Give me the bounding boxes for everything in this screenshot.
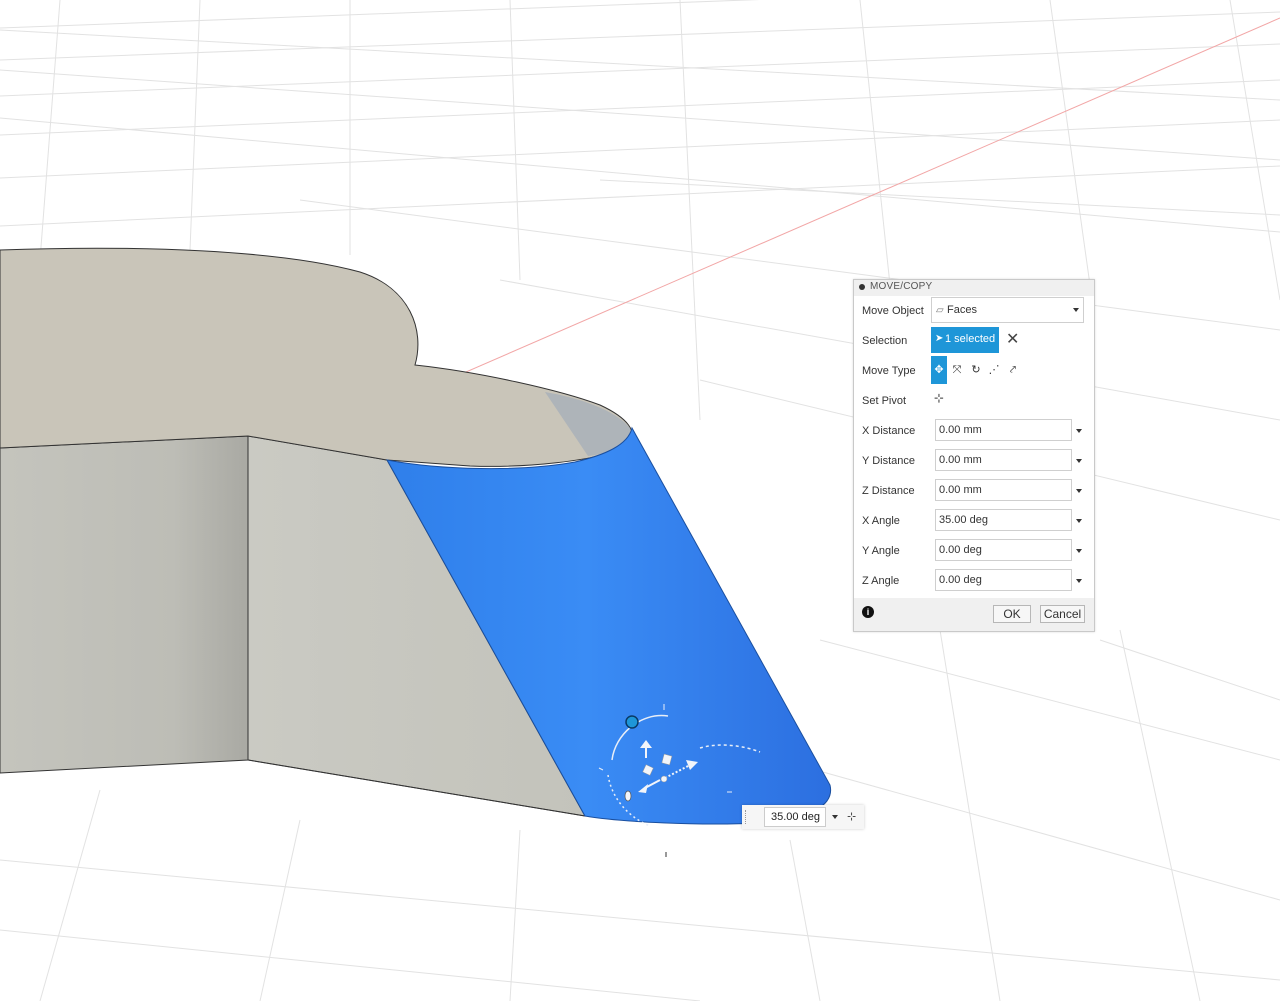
move-object-row: Move Object ▱ Faces [854,296,1094,326]
x-distance-input[interactable]: 0.00 mm [935,419,1082,441]
rotate-icon[interactable]: ↻ [968,356,984,384]
move-object-select[interactable]: ▱ Faces [931,297,1084,323]
point-to-point-icon[interactable]: ⋰ [986,356,1002,384]
chevron-down-icon [1073,308,1079,312]
cylinder-left-face [0,435,249,774]
y-angle-row: Y Angle 0.00 deg [854,536,1094,566]
clear-selection-icon[interactable]: ✕ [1006,329,1019,349]
point-to-position-icon[interactable]: ⤤ [1005,356,1021,384]
face-icon: ▱ [936,305,944,316]
chevron-down-icon[interactable] [1076,459,1082,463]
chevron-down-icon[interactable] [1076,429,1082,433]
move-type-row: Move Type ✥ ⤧ ↻ ⋰ ⤤ [854,356,1094,386]
chevron-down-icon[interactable] [1076,579,1082,583]
info-icon[interactable]: i [862,606,874,618]
chevron-down-icon[interactable] [1076,549,1082,553]
move-copy-dialog: MOVE/COPY Move Object ▱ Faces Selection … [853,279,1095,632]
cursor-icon: ➤ [935,333,944,344]
chevron-down-icon[interactable] [832,815,838,819]
x-angle-input[interactable]: 35.00 deg [935,509,1082,531]
y-distance-row: Y Distance 0.00 mm [854,446,1094,476]
selection-row: Selection ➤ 1 selected ✕ [854,326,1094,356]
z-angle-input[interactable]: 0.00 deg [935,569,1082,591]
rotate-handle [625,715,639,729]
ok-button[interactable]: OK [993,605,1031,623]
x-angle-row: X Angle 35.00 deg [854,506,1094,536]
x-distance-row: X Distance 0.00 mm [854,416,1094,446]
set-pivot-icon[interactable]: ⊹ [934,391,944,405]
chevron-down-icon[interactable] [1076,489,1082,493]
z-distance-row: Z Distance 0.00 mm [854,476,1094,506]
dialog-body: Move Object ▱ Faces Selection ➤ 1 select… [854,296,1094,598]
z-angle-row: Z Angle 0.00 deg [854,566,1094,596]
body-top-face [0,247,634,467]
free-move-icon[interactable]: ✥ [931,356,947,384]
translate-icon[interactable]: ⤧ [949,356,965,384]
drag-grip[interactable] [745,810,750,824]
cancel-button[interactable]: Cancel [1040,605,1085,623]
canvas-angle-input: 35.00 deg ⊹ [742,805,864,829]
set-pivot-row: Set Pivot ⊹ [862,391,945,407]
collapse-dot-icon[interactable] [859,284,865,290]
chevron-down-icon[interactable] [1076,519,1082,523]
dialog-title: MOVE/COPY [854,280,1094,294]
z-distance-input[interactable]: 0.00 mm [935,479,1082,501]
dialog-footer: i OK Cancel [854,598,1094,630]
canvas-angle-field[interactable]: 35.00 deg [764,807,826,827]
set-pivot-icon[interactable]: ⊹ [847,810,856,823]
selection-button[interactable]: ➤ 1 selected [931,327,999,353]
y-distance-input[interactable]: 0.00 mm [935,449,1082,471]
y-angle-input[interactable]: 0.00 deg [935,539,1082,561]
